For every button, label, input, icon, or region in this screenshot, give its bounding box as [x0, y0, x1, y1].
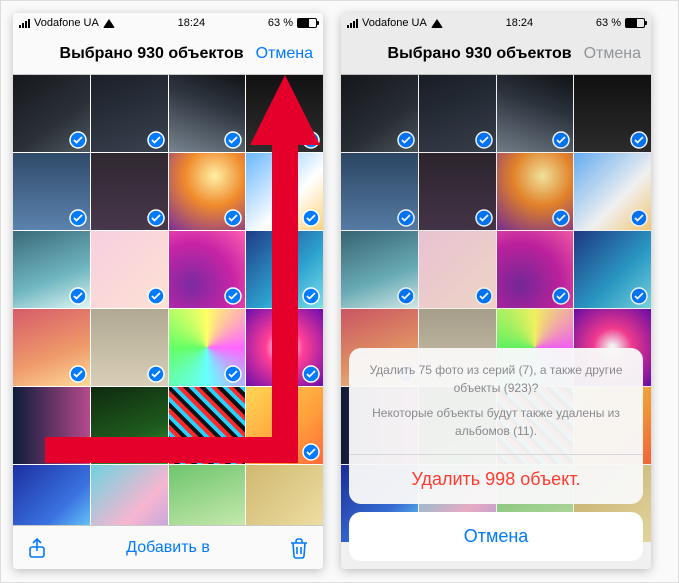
nav-header: Выбрано 930 объектов Отмена [13, 33, 323, 75]
photo-thumb[interactable] [169, 75, 246, 152]
photo-thumb[interactable] [169, 153, 246, 230]
photo-thumb[interactable] [246, 309, 323, 386]
selected-check-icon [69, 365, 87, 383]
photo-thumb[interactable] [91, 231, 168, 308]
photo-thumb[interactable] [169, 309, 246, 386]
photo-thumb[interactable] [169, 465, 246, 525]
delete-button[interactable]: Удалить 998 объект. [349, 455, 643, 504]
clock-label: 18:24 [178, 17, 206, 29]
sheet-cancel-button[interactable]: Отмена [349, 512, 643, 561]
photo-thumb[interactable] [91, 153, 168, 230]
photo-thumb[interactable] [13, 387, 90, 464]
trash-icon[interactable] [287, 536, 311, 560]
selected-check-icon [69, 131, 87, 149]
selected-check-icon [69, 287, 87, 305]
selected-check-icon [69, 209, 87, 227]
battery-percent-label: 63 % [268, 17, 293, 29]
share-icon[interactable] [25, 536, 49, 560]
photo-thumb[interactable] [246, 231, 323, 308]
selection-title: Выбрано 930 объектов [60, 45, 244, 63]
bottom-toolbar: Добавить в [13, 525, 323, 569]
cancel-button[interactable]: Отмена [256, 45, 313, 63]
selected-check-icon [224, 365, 242, 383]
photo-thumb[interactable] [13, 231, 90, 308]
action-sheet: Удалить 75 фото из серий (7), а также др… [349, 348, 643, 504]
photo-thumb[interactable] [246, 75, 323, 152]
selected-check-icon [302, 209, 320, 227]
photo-thumb[interactable] [13, 309, 90, 386]
wifi-icon [103, 19, 115, 28]
action-sheet-overlay: Удалить 75 фото из серий (7), а также др… [341, 13, 651, 569]
phone-right: Vodafone UA 18:24 63 % Выбрано 930 объек… [341, 13, 651, 569]
selected-check-icon [69, 443, 87, 461]
photo-thumb[interactable] [91, 309, 168, 386]
photo-thumb[interactable] [246, 153, 323, 230]
photo-thumb[interactable] [13, 153, 90, 230]
photo-grid[interactable] [13, 75, 323, 525]
signal-icon [19, 18, 30, 28]
carrier-label: Vodafone UA [34, 17, 99, 29]
status-bar: Vodafone UA 18:24 63 % [13, 13, 323, 33]
photo-thumb[interactable] [246, 465, 323, 525]
photo-thumb[interactable] [13, 465, 90, 525]
selected-check-icon [224, 131, 242, 149]
selected-check-icon [302, 443, 320, 461]
selected-check-icon [224, 287, 242, 305]
selected-check-icon [302, 287, 320, 305]
selected-check-icon [224, 209, 242, 227]
selected-check-icon [224, 443, 242, 461]
selected-check-icon [302, 365, 320, 383]
selected-check-icon [147, 443, 165, 461]
selected-check-icon [302, 131, 320, 149]
battery-icon [297, 18, 317, 28]
photo-thumb[interactable] [91, 75, 168, 152]
phone-left: Vodafone UA 18:24 63 % Выбрано 930 объек… [13, 13, 323, 569]
photo-thumb[interactable] [169, 387, 246, 464]
photo-thumb[interactable] [91, 465, 168, 525]
photo-thumb[interactable] [246, 387, 323, 464]
selected-check-icon [147, 287, 165, 305]
sheet-message-line2: Некоторые объекты будут также удалены из… [367, 405, 625, 440]
selected-check-icon [147, 209, 165, 227]
photo-thumb[interactable] [13, 75, 90, 152]
add-to-button[interactable]: Добавить в [126, 539, 210, 557]
selected-check-icon [147, 365, 165, 383]
selected-check-icon [147, 131, 165, 149]
photo-thumb[interactable] [91, 387, 168, 464]
photo-thumb[interactable] [169, 231, 246, 308]
sheet-message-line1: Удалить 75 фото из серий (7), а также др… [367, 362, 625, 397]
